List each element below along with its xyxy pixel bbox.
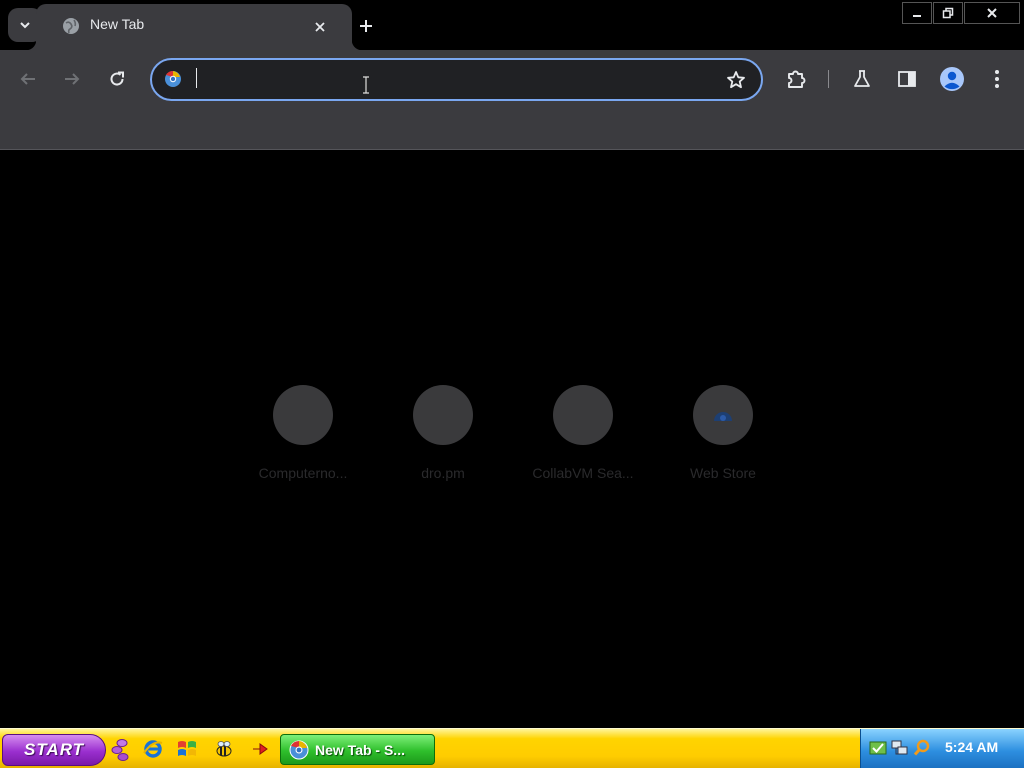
shortcut-label: Web Store [690, 465, 756, 481]
bookmarks-bar [0, 108, 1024, 150]
side-panel-button[interactable] [891, 63, 923, 95]
windows-flag-icon [178, 741, 196, 756]
profile-icon [940, 67, 964, 91]
chrome-icon [165, 70, 181, 87]
bee-icon [216, 741, 232, 757]
shortcut-label: dro.pm [421, 465, 465, 481]
shortcut-icon-circle [693, 385, 753, 445]
task-label: New Tab - S... [315, 741, 405, 758]
taskbar: START New Tab - S... 5:24 AM [0, 728, 1024, 768]
shortcut-tile[interactable]: CollabVM Sea... [527, 385, 639, 485]
tab-new-tab[interactable]: New Tab [26, 4, 362, 50]
red-arrow-icon [253, 743, 268, 755]
minimize-icon [913, 15, 921, 17]
shortcut-label: CollabVM Sea... [532, 465, 634, 481]
flask-icon [854, 70, 870, 87]
address-input[interactable] [196, 66, 716, 94]
system-tray: 5:24 AM [860, 729, 1024, 768]
tab-close-button[interactable] [308, 15, 332, 39]
arrow-right-icon [65, 73, 80, 85]
taskbar-task-new-tab[interactable]: New Tab - S... [280, 734, 435, 765]
window-controls [901, 2, 1020, 24]
shortcut-icon-circle [413, 385, 473, 445]
shortcut-icon-circle [553, 385, 613, 445]
shortcut-tile[interactable]: Web Store [667, 385, 779, 485]
tab-title: New Tab [90, 16, 145, 32]
profile-button[interactable] [936, 63, 968, 95]
clock: 5:24 AM [945, 739, 999, 755]
internet-explorer-icon [143, 740, 163, 758]
restore-icon [942, 7, 954, 19]
start-label: START [23, 740, 85, 759]
kebab-menu-icon [995, 70, 999, 88]
puzzle-icon [788, 70, 806, 88]
tab-strip: New Tab [0, 0, 1024, 50]
shortcut-tile[interactable]: dro.pm [387, 385, 499, 485]
network-icon[interactable] [891, 739, 909, 757]
start-button[interactable]: START [2, 734, 106, 766]
close-icon [315, 22, 325, 32]
shortcut-tile[interactable]: Computerno... [247, 385, 359, 485]
quick-launch-item[interactable] [175, 737, 199, 761]
quick-launch-item[interactable] [108, 737, 132, 761]
back-button[interactable] [12, 63, 44, 95]
close-icon [987, 8, 997, 18]
ibeam-cursor-icon [363, 76, 369, 94]
side-panel-icon [898, 71, 916, 87]
search-icon[interactable] [913, 739, 931, 757]
minimize-button[interactable] [902, 2, 932, 24]
shortcut-icon-circle [273, 385, 333, 445]
arrow-left-icon [20, 73, 35, 85]
labs-button[interactable] [846, 63, 878, 95]
screen: New Tab Computerno... dro.pm CollabVM Se… [0, 0, 1024, 768]
forward-button[interactable] [56, 63, 88, 95]
quick-launch-item[interactable] [212, 737, 236, 761]
plus-icon [360, 20, 372, 32]
quick-launch-item[interactable] [248, 737, 272, 761]
new-tab-button[interactable] [352, 12, 380, 40]
omnibox[interactable] [150, 58, 763, 101]
close-window-button[interactable] [964, 2, 1020, 24]
menu-button[interactable] [981, 63, 1013, 95]
toolbar [0, 50, 1024, 108]
reload-button[interactable] [101, 63, 133, 95]
chevron-down-icon [20, 22, 30, 29]
web-store-icon [714, 412, 732, 421]
shortcut-label: Computerno... [258, 465, 348, 481]
quick-launch-item[interactable] [141, 737, 165, 761]
text-caret [196, 68, 197, 88]
bookmark-star-button[interactable] [725, 69, 747, 91]
security-icon[interactable] [869, 739, 887, 757]
new-tab-page: Computerno... dro.pm CollabVM Sea... Web… [0, 151, 1024, 728]
globe-icon [63, 18, 79, 34]
purple-people-icon [111, 739, 129, 761]
toolbar-divider [828, 70, 829, 88]
star-icon [727, 71, 745, 89]
chrome-icon [289, 740, 309, 759]
extensions-button[interactable] [780, 63, 812, 95]
reload-icon [110, 71, 124, 86]
restore-button[interactable] [933, 2, 963, 24]
